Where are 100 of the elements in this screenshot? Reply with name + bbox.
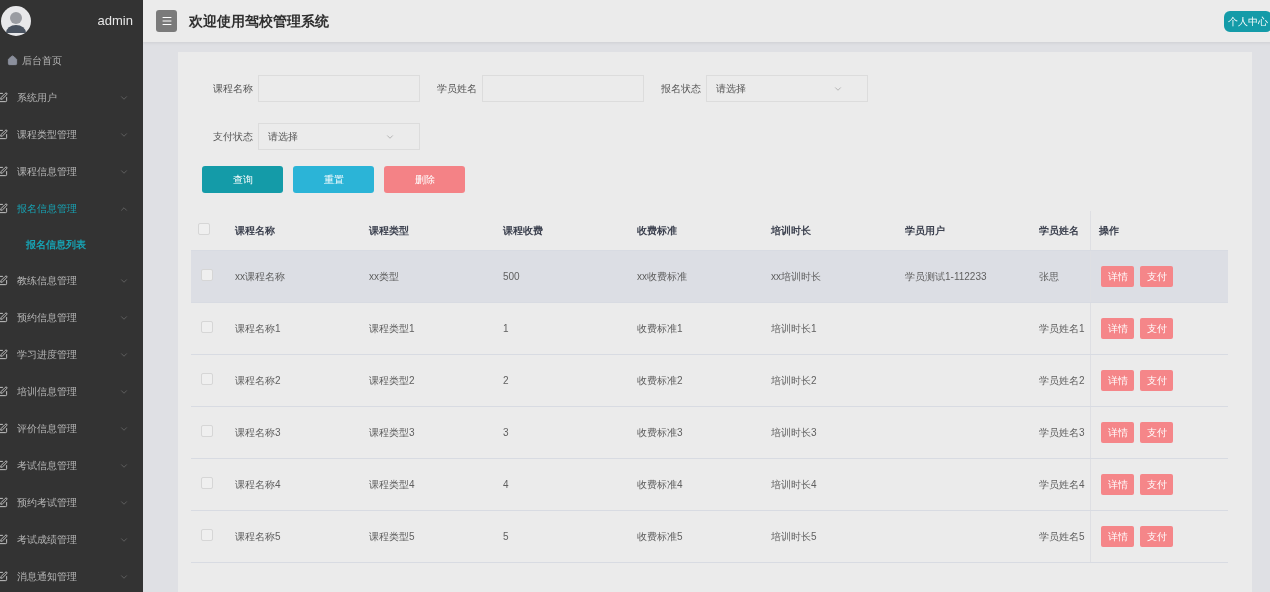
checkbox[interactable] (198, 222, 210, 235)
sidebar-item[interactable]: 学习进度管理 (0, 336, 143, 373)
table-row[interactable]: 课程名称5 课程类型5 5 收费标准5 培训时长5 学员姓名5 详情 支付 (191, 511, 1228, 563)
table-cell: 1 (503, 323, 509, 334)
sidebar-item[interactable]: 后台首页 (0, 42, 143, 79)
table-cell: xx培训时长 (771, 271, 821, 282)
table-cell: 培训时长3 (771, 427, 817, 438)
sidebar-item[interactable]: 考试信息管理 (0, 447, 143, 484)
action-button[interactable]: 查询 (202, 166, 283, 193)
table-cell: 学员姓名1 (1039, 323, 1085, 334)
edit-icon (0, 386, 8, 397)
sidebar-item[interactable]: 课程类型管理 (0, 116, 143, 153)
edit-icon (0, 129, 8, 140)
profile-button[interactable]: 个人中心 (1224, 10, 1270, 32)
select-field[interactable]: 请选择 (706, 75, 868, 102)
edit-icon (0, 166, 8, 177)
table-cell: 5 (503, 531, 509, 542)
table-cell: 收费标准5 (637, 531, 683, 542)
table-cell: xx收费标准 (637, 271, 687, 282)
menu-icon (160, 15, 173, 27)
submenu-item[interactable]: 报名信息列表 (0, 227, 143, 262)
table-cell: 培训时长1 (771, 323, 817, 334)
home-icon (7, 55, 18, 66)
table-cell: 课程类型4 (369, 479, 415, 490)
select-field[interactable]: 请选择 (258, 123, 420, 150)
checkbox[interactable] (201, 320, 213, 333)
column-header: 收费标准 (637, 224, 677, 238)
sidebar-item[interactable]: 考试成绩管理 (0, 521, 143, 558)
table-cell: 课程名称3 (235, 427, 281, 438)
table-row[interactable]: 课程名称4 课程类型4 4 收费标准4 培训时长4 学员姓名4 详情 支付 (191, 459, 1228, 511)
filter-label: 支付状态 (213, 130, 253, 144)
edit-icon (0, 275, 8, 286)
sidebar-item[interactable]: 评价信息管理 (0, 410, 143, 447)
column-header: 培训时长 (771, 224, 811, 238)
table-cell: xx课程名称 (235, 271, 285, 282)
user-name: admin (97, 12, 133, 31)
page-title: 欢迎使用驾校管理系统 (189, 11, 329, 31)
column-header: 学员用户 (905, 224, 945, 238)
filter-label: 学员姓名 (437, 82, 477, 96)
filter-label: 课程名称 (213, 82, 253, 96)
table-cell: 学员姓名2 (1039, 375, 1085, 386)
column-header: 学员姓名 (1039, 224, 1079, 238)
table-cell: 课程类型5 (369, 531, 415, 542)
table-cell: xx类型 (369, 271, 399, 282)
sidebar-item[interactable]: 系统用户 (0, 79, 143, 116)
column-header: 操作 (1099, 224, 1119, 238)
table-cell: 课程名称5 (235, 531, 281, 542)
table-cell: 4 (503, 479, 509, 490)
edit-icon (0, 423, 8, 434)
table-cell: 课程名称2 (235, 375, 281, 386)
table-cell: 学员姓名5 (1039, 531, 1085, 542)
checkbox[interactable] (201, 528, 213, 541)
edit-icon (0, 203, 8, 214)
table-cell: 培训时长2 (771, 375, 817, 386)
table-row[interactable]: 课程名称2 课程类型2 2 收费标准2 培训时长2 学员姓名2 详情 支付 (191, 355, 1228, 407)
checkbox[interactable] (201, 424, 213, 437)
table-cell: 培训时长4 (771, 479, 817, 490)
table-row[interactable]: 课程名称3 课程类型3 3 收费标准3 培训时长3 学员姓名3 详情 支付 (191, 407, 1228, 459)
column-header: 课程类型 (369, 224, 409, 238)
table-cell: 3 (503, 427, 509, 438)
table-cell: 课程名称4 (235, 479, 281, 490)
table-cell: 学员姓名4 (1039, 479, 1085, 490)
edit-icon (0, 92, 8, 103)
edit-icon (0, 460, 8, 471)
sidebar-item[interactable]: 教练信息管理 (0, 262, 143, 299)
table-cell: 2 (503, 375, 509, 386)
avatar (1, 6, 31, 36)
table-cell: 收费标准4 (637, 479, 683, 490)
table-cell: 张思 (1039, 271, 1059, 282)
edit-icon (0, 312, 8, 323)
table-cell: 课程类型3 (369, 427, 415, 438)
column-header: 课程收费 (503, 224, 543, 238)
table-cell: 学员姓名3 (1039, 427, 1085, 438)
sidebar-item[interactable]: 培训信息管理 (0, 373, 143, 410)
table-cell: 学员测试1-112233 (905, 271, 987, 282)
checkbox[interactable] (201, 372, 213, 385)
table-cell: 收费标准1 (637, 323, 683, 334)
edit-icon (0, 497, 8, 508)
menu-toggle-button[interactable] (156, 10, 177, 32)
table-cell: 500 (503, 271, 520, 282)
edit-icon (0, 349, 8, 360)
table-row[interactable]: 课程名称1 课程类型1 1 收费标准1 培训时长1 学员姓名1 详情 支付 (191, 303, 1228, 355)
table-cell: 课程名称1 (235, 323, 281, 334)
sidebar-item[interactable]: 课程信息管理 (0, 153, 143, 190)
column-header: 课程名称 (235, 224, 275, 238)
table-cell: 收费标准2 (637, 375, 683, 386)
sidebar-item[interactable]: 消息通知管理 (0, 558, 143, 592)
table-cell: 课程类型1 (369, 323, 415, 334)
table-cell: 课程类型2 (369, 375, 415, 386)
edit-icon (0, 534, 8, 545)
edit-icon (0, 571, 8, 582)
table-row[interactable]: xx课程名称 xx类型 500 xx收费标准 xx培训时长 学员测试1-112233 张思 详情 支付 (191, 251, 1228, 303)
sidebar-item[interactable]: 报名信息管理 (0, 190, 143, 227)
table-cell: 收费标准3 (637, 427, 683, 438)
sidebar-item[interactable]: 预约信息管理 (0, 299, 143, 336)
table-cell: 培训时长5 (771, 531, 817, 542)
checkbox[interactable] (201, 476, 213, 489)
filter-label: 报名状态 (661, 82, 701, 96)
checkbox[interactable] (201, 268, 213, 281)
sidebar-item[interactable]: 预约考试管理 (0, 484, 143, 521)
